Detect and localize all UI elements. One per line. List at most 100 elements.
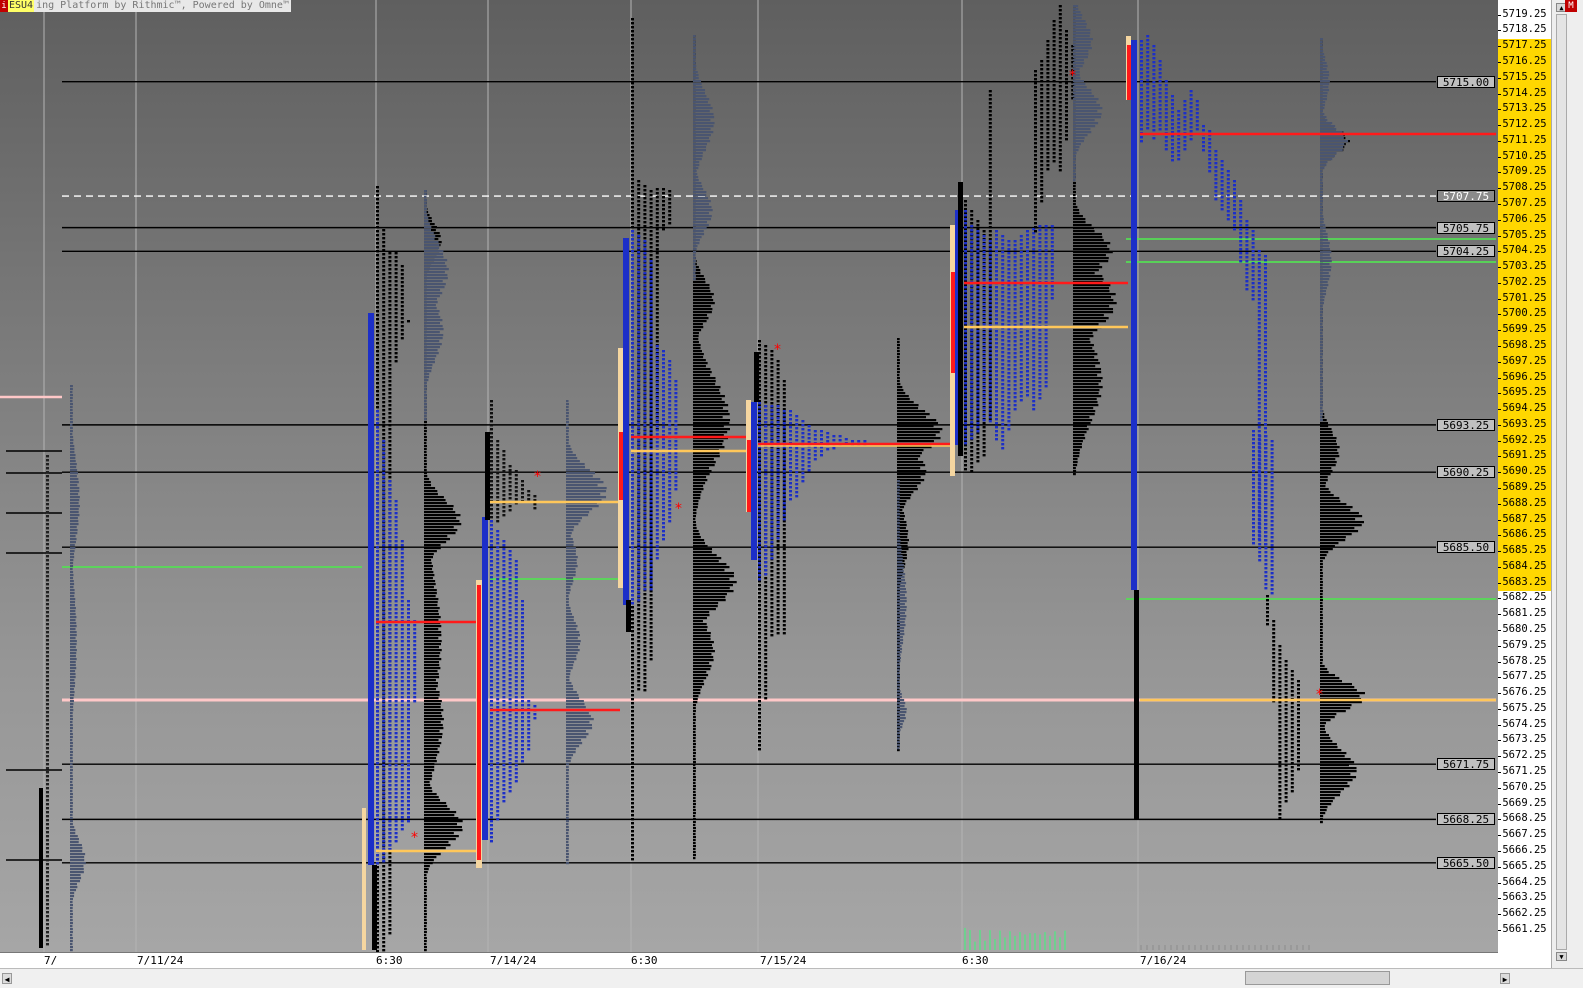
- tpo-mark: [649, 626, 653, 629]
- tpo-mark: [46, 839, 49, 842]
- tpo-mark: [521, 480, 524, 483]
- tpo-mark: [496, 718, 500, 721]
- tpo-mark: [376, 690, 379, 693]
- profile-row: [693, 158, 702, 161]
- tpo-mark: [649, 230, 653, 233]
- tpo-mark: [382, 317, 386, 320]
- tpo-mark: [662, 442, 665, 445]
- profile-row: [424, 511, 456, 514]
- tpo-mark: [637, 228, 641, 231]
- tpo-mark: [637, 676, 641, 679]
- tpo-mark: [631, 834, 634, 837]
- tpo-mark: [631, 342, 634, 345]
- profile-row: [70, 772, 73, 775]
- profile-row: [424, 601, 438, 604]
- profile-row: [70, 550, 75, 553]
- profile-row: [693, 218, 712, 221]
- profile-row: [693, 419, 731, 422]
- tpo-mark: [674, 476, 678, 479]
- tpo-mark: [376, 778, 379, 781]
- profile-row: [424, 244, 440, 247]
- profile-row: [897, 480, 900, 483]
- tpo-mark: [764, 641, 768, 644]
- chart-canvas[interactable]: ******: [0, 0, 1498, 952]
- profile-row: [693, 77, 699, 80]
- tpo-mark: [394, 792, 398, 795]
- tpo-mark: [496, 578, 500, 581]
- tpo-mark: [382, 464, 386, 467]
- profile-row: [424, 892, 427, 895]
- tpo-mark: [514, 482, 518, 485]
- profile-row: [566, 616, 574, 619]
- tpo-mark: [521, 612, 524, 615]
- tpo-mark: [637, 648, 641, 651]
- tpo-mark: [394, 604, 398, 607]
- tpo-mark: [631, 582, 634, 585]
- tpo-mark: [758, 450, 761, 453]
- tpo-mark: [508, 634, 512, 637]
- tpo-mark: [527, 704, 531, 707]
- tpo-mark: [758, 728, 761, 731]
- profile-row: [424, 508, 453, 511]
- tpo-mark: [631, 226, 634, 229]
- tpo-mark: [46, 463, 49, 466]
- tpo-mark: [508, 493, 512, 496]
- tpo-mark: [502, 664, 506, 667]
- tpo-mark: [376, 794, 379, 797]
- tpo-mark: [394, 600, 398, 603]
- tpo-mark: [490, 512, 493, 515]
- profile-row: [424, 211, 427, 214]
- profile-row: [566, 550, 576, 553]
- tpo-mark: [643, 308, 647, 311]
- tpo-mark: [376, 694, 379, 697]
- tpo-mark: [770, 433, 774, 436]
- tpo-mark: [514, 644, 518, 647]
- tpo-mark: [376, 798, 379, 801]
- tpo-mark: [649, 456, 653, 459]
- tpo-mark: [400, 600, 404, 603]
- tpo-mark: [496, 464, 500, 467]
- tpo-mark: [46, 603, 49, 606]
- tpo-mark: [400, 660, 404, 663]
- tpo-mark: [394, 760, 398, 763]
- tpo-mark: [649, 650, 653, 653]
- tpo-mark: [496, 662, 500, 665]
- tpo-mark: [382, 905, 386, 908]
- tpo-mark: [674, 452, 678, 455]
- profile-row: [70, 778, 73, 781]
- tpo-mark: [496, 698, 500, 701]
- profile-row: [70, 679, 75, 682]
- tpo-mark: [764, 405, 768, 408]
- tpo-mark: [46, 471, 49, 474]
- profile-row: [693, 50, 696, 53]
- tpo-mark: [382, 261, 386, 264]
- tpo-mark: [758, 438, 761, 441]
- tpo-mark: [376, 894, 379, 897]
- tpo-mark: [502, 644, 506, 647]
- tpo-mark: [631, 130, 634, 133]
- profile-row: [70, 652, 77, 655]
- tpo-mark: [643, 356, 647, 359]
- tpo-mark: [521, 616, 524, 619]
- tpo-mark: [770, 582, 774, 585]
- tpo-mark: [46, 867, 49, 870]
- tpo-mark: [631, 846, 634, 849]
- tpo-mark: [764, 649, 768, 652]
- tpo-mark: [490, 836, 493, 839]
- profile-row: [897, 353, 900, 356]
- tpo-mark: [388, 712, 392, 715]
- profile-row: [566, 646, 579, 649]
- profile-row: [424, 754, 438, 757]
- tpo-mark: [764, 349, 768, 352]
- profile-row: [424, 484, 432, 487]
- tpo-mark: [637, 287, 641, 290]
- profile-row: [424, 787, 432, 790]
- tpo-mark: [490, 472, 493, 475]
- tpo-mark: [388, 684, 392, 687]
- tpo-mark: [758, 680, 761, 683]
- tpo-mark: [668, 388, 672, 391]
- market-profile-chart[interactable]: * * * * * * 5715.00 5707.75 5705.75 5704.25 5693.…: [0, 0, 1499, 952]
- tpo-mark: [382, 720, 386, 723]
- profile-row: [693, 149, 706, 152]
- tpo-mark: [502, 616, 506, 619]
